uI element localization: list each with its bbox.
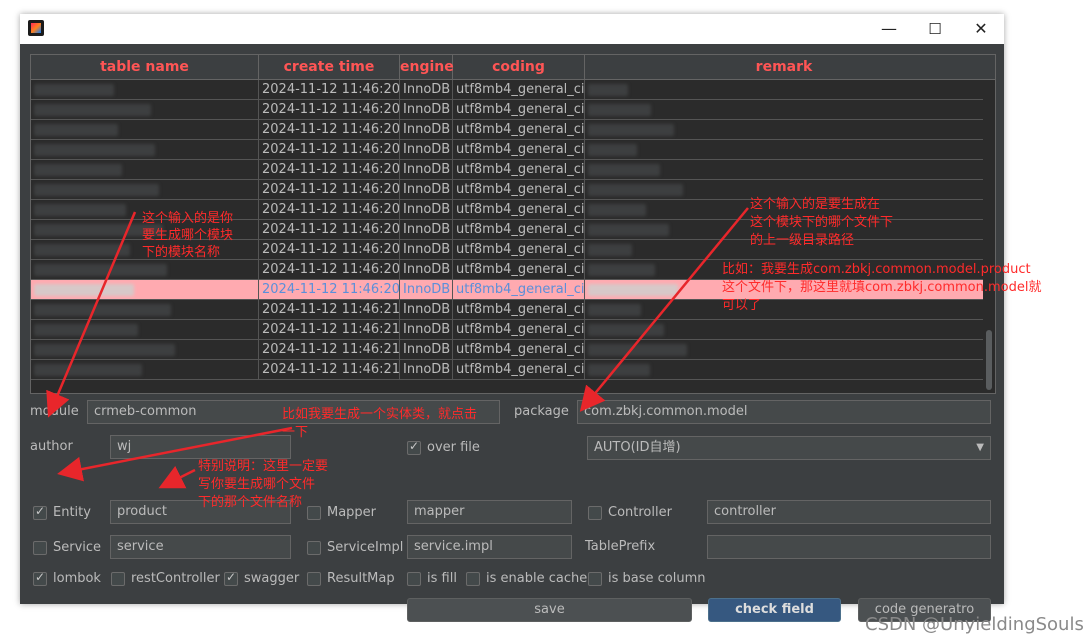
annotation-arrows — [46, 207, 749, 489]
annotation-package-3: 的上一级目录路径 — [750, 233, 855, 248]
annotation-package-1: 这个输入的是要生成在 — [750, 197, 881, 212]
annotation-entity-click-1: 比如我要生成一个实体类，就点击 — [282, 407, 478, 422]
annotation-module-1: 这个输入的是你 — [142, 211, 234, 226]
annotation-entity-value-3: 下的那个文件名称 — [198, 495, 303, 510]
annotation-module-2: 要生成哪个模块 — [142, 228, 234, 243]
annotation-entity-value-2: 写你要生成哪个文件 — [198, 477, 316, 492]
csdn-watermark: CSDN @UnyieldingSouls — [865, 614, 1084, 635]
annotation-example-3: 可以了 — [722, 298, 762, 313]
annotation-entity-click-2: 一下 — [282, 425, 309, 440]
annotation-example-1: 比如：我要生成com.zbkj.common.model.product — [722, 262, 1031, 277]
annotation-entity-value-1: 特别说明：这里一定要 — [198, 459, 329, 474]
annotation-module-3: 下的模块名称 — [142, 245, 221, 260]
annotation-example-2: 这个文件下，那这里就填com.zbkj.common.model就 — [722, 280, 1042, 295]
annotation-package-2: 这个模块下的哪个文件下 — [750, 215, 894, 230]
arrow-to-module — [46, 211, 137, 418]
arrow-to-entity-input — [158, 465, 196, 489]
